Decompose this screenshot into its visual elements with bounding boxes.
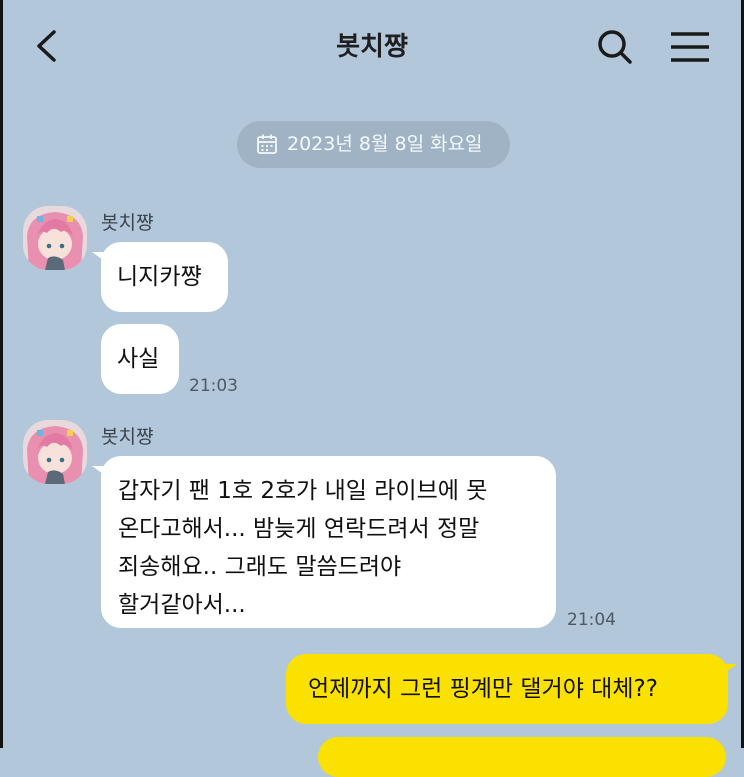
my-message-bubble[interactable]: 언제까지 그런 핑계만 댈거야 대체??: [286, 654, 737, 724]
date-text: 2023년 8월 8일 화요일: [287, 133, 483, 155]
message-line: 갑자기 팬 1호 2호가 내일 라이브에 못: [118, 478, 488, 504]
menu-button[interactable]: [664, 24, 716, 70]
sender-name: 봇치쨩: [101, 426, 154, 448]
search-button[interactable]: [592, 24, 638, 70]
message-time: 21:03: [189, 376, 238, 396]
calendar-icon: [257, 134, 277, 154]
hamburger-menu-icon: [671, 32, 709, 62]
date-divider: 2023년 8월 8일 화요일: [237, 121, 510, 168]
message-bubble[interactable]: 사실: [101, 324, 179, 394]
chat-header: 봇치쨩: [0, 0, 744, 92]
search-icon: [598, 30, 632, 64]
message-line: 할거같아서...: [118, 592, 246, 618]
message-bubble[interactable]: 니지카쨩: [92, 242, 228, 312]
message-line: 온다고해서... 밤늦게 연락드려서 정말: [118, 516, 480, 542]
message-time: 21:04: [567, 610, 616, 630]
avatar[interactable]: [23, 206, 87, 270]
my-message-bubble[interactable]: [318, 737, 726, 777]
avatar-image: [23, 206, 87, 270]
screen-edge-left: [0, 0, 3, 748]
avatar-image: [23, 420, 87, 484]
message-line: 죄송해요.. 그래도 말씀드려야: [118, 554, 402, 580]
message-bubble[interactable]: 갑자기 팬 1호 2호가 내일 라이브에 못 온다고해서... 밤늦게 연락드려…: [92, 456, 556, 628]
avatar[interactable]: [23, 420, 87, 484]
sender-name: 봇치쨩: [101, 212, 154, 234]
